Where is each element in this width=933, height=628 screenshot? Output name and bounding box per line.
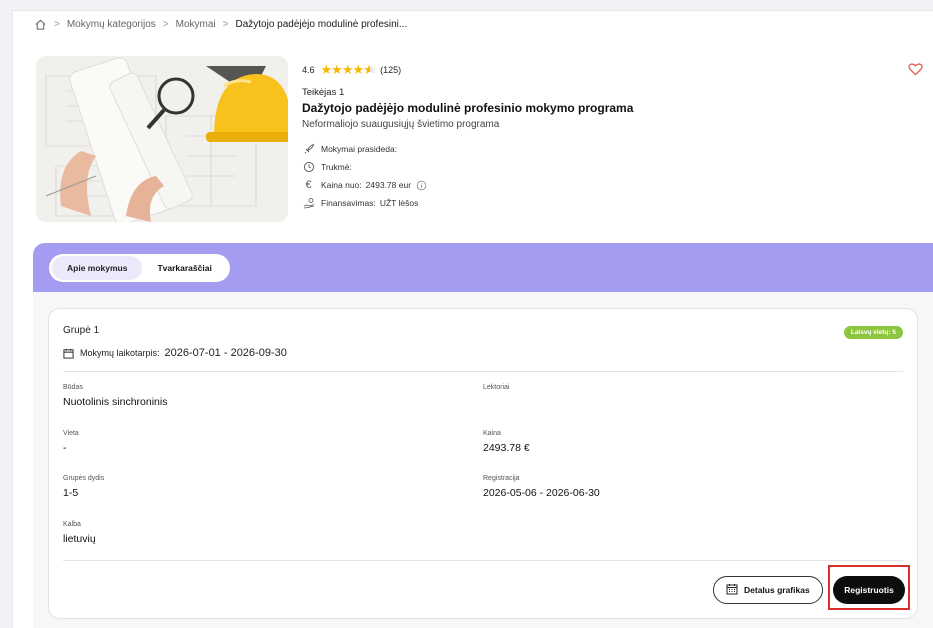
training-period: Mokymų laikotarpis: 2026-07-01 - 2026-09…	[63, 347, 287, 359]
meta-funding: Finansavimas: UŽT lėšos	[302, 194, 862, 212]
breadcrumb-link-trainings[interactable]: Mokymai	[176, 19, 216, 30]
calendar-icon	[63, 348, 74, 359]
chevron-right-icon: >	[54, 19, 60, 30]
field-lecturers: Lektoriai	[483, 384, 510, 391]
review-count[interactable]: (125)	[380, 65, 401, 75]
tab-schedules[interactable]: Tvarkaraščiai	[142, 256, 227, 280]
tabs-band: Apie mokymus Tvarkaraščiai	[33, 243, 933, 292]
field-language: Kalba lietuvių	[63, 521, 96, 545]
star-rating-icon: ★★★★★★	[320, 62, 377, 77]
course-subtitle: Neformaliojo suaugusiųjų švietimo progra…	[302, 119, 500, 130]
course-info: 4.6 ★★★★★★ (125) Teikėjas 1 Dažytojo pad…	[302, 62, 862, 212]
tab-about[interactable]: Apie mokymus	[52, 256, 143, 280]
rocket-icon	[302, 143, 315, 156]
rating: 4.6 ★★★★★★ (125)	[302, 62, 862, 78]
field-place: Vieta -	[63, 430, 79, 454]
heart-icon[interactable]	[908, 62, 923, 80]
breadcrumb-current: Dažytojo padėjėjo modulinė profesini...	[235, 19, 408, 30]
register-button[interactable]: Registruotis	[833, 576, 905, 604]
info-icon[interactable]	[416, 180, 427, 191]
course-image	[36, 56, 288, 222]
home-icon[interactable]	[34, 18, 47, 31]
funding-value: UŽT lėšos	[379, 198, 419, 208]
price-from-value: 2493.78 eur	[365, 180, 412, 190]
meta-duration: Trukmė:	[302, 158, 862, 176]
hand-coins-icon	[302, 197, 315, 210]
field-registration: Registracija 2026-05-06 - 2026-06-30	[483, 475, 600, 499]
provider-name[interactable]: Teikėjas 1	[302, 87, 862, 98]
chevron-right-icon: >	[222, 19, 229, 30]
breadcrumb-link-categories[interactable]: Mokymų kategorijos	[67, 19, 156, 30]
course-card: 4.6 ★★★★★★ (125) Teikėjas 1 Dažytojo pad…	[34, 52, 933, 227]
field-mode: Būdas Nuotolinis sinchroninis	[63, 384, 168, 408]
course-meta: Mokymai prasideda: Trukmė: € Kaina nuo: …	[302, 140, 862, 212]
group-card: Grupė 1 Mokymų laikotarpis: 2026-07-01 -…	[48, 308, 918, 619]
tabs: Apie mokymus Tvarkaraščiai	[49, 254, 230, 282]
euro-icon: €	[305, 179, 312, 191]
free-seats-badge: Laisvų vietų: 5	[843, 326, 903, 339]
calendar-icon	[726, 583, 738, 597]
chevron-right-icon: >	[162, 19, 169, 30]
divider	[63, 371, 903, 372]
divider	[63, 560, 903, 561]
group-title: Grupė 1	[63, 325, 100, 336]
detailed-schedule-button[interactable]: Detalus grafikas	[713, 576, 823, 604]
course-title: Dažytojo padėjėjo modulinė profesinio mo…	[302, 101, 634, 115]
period-dates: 2026-07-01 - 2026-09-30	[164, 347, 287, 359]
breadcrumb: > Mokymų kategorijos > Mokymai > Dažytoj…	[34, 18, 407, 31]
rating-value: 4.6	[302, 65, 315, 75]
meta-price: € Kaina nuo: 2493.78 eur	[302, 176, 862, 194]
meta-start: Mokymai prasideda:	[302, 140, 862, 158]
field-group-size: Grupės dydis 1-5	[63, 475, 105, 499]
field-price: Kaina 2493.78 €	[483, 430, 530, 454]
clock-icon	[302, 161, 315, 174]
